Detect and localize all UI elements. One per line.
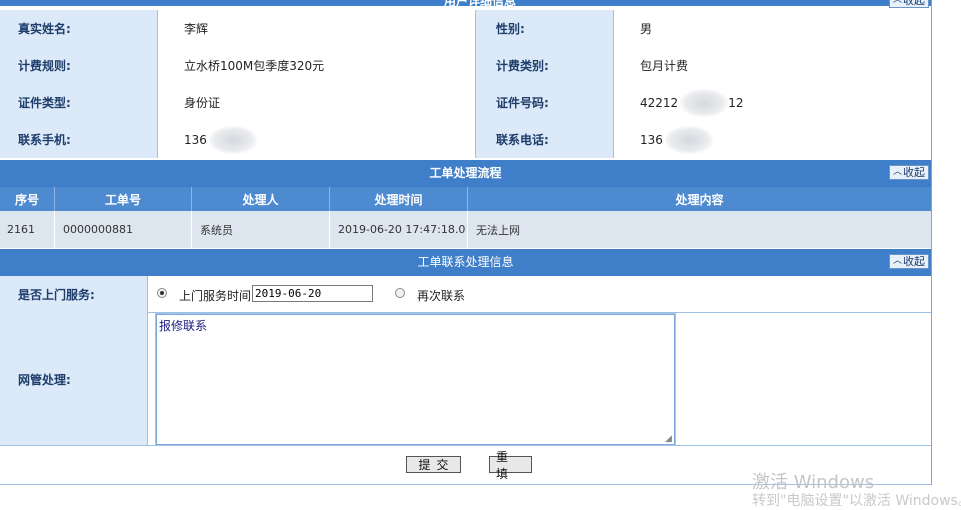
admin-textarea[interactable] — [155, 313, 676, 446]
label-onsite: 是否上门服务: — [0, 276, 148, 313]
contact-header: 工单联系处理信息 ︿ 收起 — [0, 249, 931, 276]
col-content: 处理内容 — [467, 187, 931, 211]
label-mobile: 联系手机: — [0, 121, 157, 158]
user-info-header: 用户详细信息 ︿ 收起 — [0, 0, 931, 8]
onsite-date-input[interactable] — [252, 285, 373, 302]
label-admin: 网管处理: — [0, 313, 148, 445]
info-row-billing: 计费规则: 立水桥100M包季度320元 计费类别: 包月计费 — [0, 47, 931, 84]
right-border — [931, 0, 932, 485]
workflow-collapse-button[interactable]: ︿ 收起 — [889, 165, 929, 180]
option-recontact-label: 再次联系 — [417, 289, 466, 303]
cell-seq: 2161 — [7, 223, 35, 236]
chevron-up-icon: ︿ — [892, 256, 902, 266]
label-gender: 性别: — [475, 10, 613, 47]
value-gender: 男 — [613, 10, 931, 47]
value-id-number-suffix: 12 — [728, 95, 744, 110]
cell-order-no: 0000000881 — [54, 211, 191, 248]
reset-button[interactable]: 重填 — [489, 450, 532, 481]
value-id-number-cell: 42212 12 — [613, 84, 931, 121]
col-time: 处理时间 — [329, 187, 467, 211]
value-id-type: 身份证 — [157, 84, 475, 121]
user-info-title: 用户详细信息 — [444, 0, 517, 8]
cell-handler: 系统员 — [191, 211, 329, 248]
option-onsite-label: 上门服务时间 — [179, 289, 252, 303]
value-billing-rule: 立水桥100M包季度320元 — [157, 47, 475, 84]
value-phone-cell: 136 — [613, 121, 931, 158]
submit-button[interactable]: 提交 — [406, 456, 461, 473]
chevron-up-icon: ︿ — [892, 0, 902, 5]
col-order-no: 工单号 — [54, 187, 191, 211]
value-id-number: 42212 — [640, 95, 679, 110]
onsite-row: 是否上门服务: 上门服务时间 再次联系 — [0, 276, 931, 313]
value-real-name: 李辉 — [157, 10, 475, 47]
label-billing-type: 计费类别: — [475, 47, 613, 84]
value-billing-type: 包月计费 — [613, 47, 931, 84]
chevron-up-icon: ︿ — [892, 167, 902, 177]
workflow-table-header: 序号 工单号 处理人 处理时间 处理内容 — [0, 187, 931, 211]
info-row-phone: 联系手机: 136 联系电话: 136 — [0, 121, 931, 158]
info-row-id: 证件类型: 身份证 证件号码: 42212 12 — [0, 84, 931, 121]
label-phone: 联系电话: — [475, 121, 613, 158]
label-id-number: 证件号码: — [475, 84, 613, 121]
workflow-header: 工单处理流程 ︿ 收起 — [0, 160, 931, 187]
label-real-name: 真实姓名: — [0, 10, 157, 47]
cell-time: 2019-06-20 17:47:18.0 — [329, 211, 467, 248]
redaction-blur — [664, 125, 713, 154]
redaction-blur — [208, 125, 257, 154]
value-mobile-cell: 136 — [157, 121, 475, 158]
activation-watermark-subtitle: 转到"电脑设置"以激活 Windows。 — [752, 493, 961, 509]
info-row-name: 真实姓名: 李辉 性别: 男 — [0, 10, 931, 47]
contact-collapse-button[interactable]: ︿ 收起 — [889, 254, 929, 269]
user-info-collapse-button[interactable]: ︿ 收起 — [889, 0, 929, 8]
label-id-type: 证件类型: — [0, 84, 157, 121]
radio-onsite[interactable] — [157, 288, 167, 298]
resize-handle-icon[interactable]: ◢ — [665, 434, 672, 444]
radio-recontact[interactable] — [395, 288, 405, 298]
col-handler: 处理人 — [191, 187, 329, 211]
contact-title: 工单联系处理信息 — [417, 255, 514, 269]
table-row: 2161 0000000881 系统员 2019-06-20 17:47:18.… — [0, 211, 931, 248]
value-phone: 136 — [640, 132, 663, 147]
value-mobile: 136 — [184, 132, 207, 147]
col-seq: 序号 — [14, 192, 39, 207]
redaction-blur — [680, 88, 729, 117]
cell-content: 无法上网 — [467, 211, 931, 248]
workflow-title: 工单处理流程 — [429, 166, 502, 180]
label-billing-rule: 计费规则: — [0, 47, 157, 84]
